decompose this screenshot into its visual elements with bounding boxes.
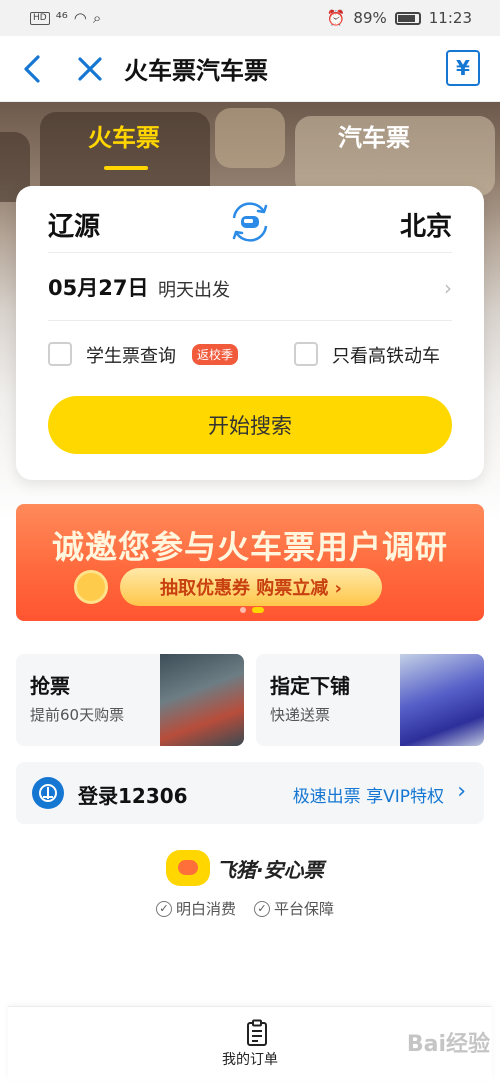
- tile-title: 抢票: [30, 674, 70, 698]
- guarantee-item: ✓ 平台保障: [254, 898, 334, 919]
- tile-subtitle: 快递送票: [270, 706, 331, 724]
- yuan-icon: ¥: [456, 56, 470, 80]
- vip-promo-text: 极速出票 享VIP特权: [292, 787, 444, 807]
- status-bar: HD ⁴⁶ ◠ ⌕ ⏰ 89% 11:23: [0, 0, 500, 36]
- close-button[interactable]: [66, 45, 114, 93]
- signal-icon: ⁴⁶: [55, 9, 68, 27]
- chevron-left-icon: [24, 54, 40, 83]
- carousel-dot-active[interactable]: [252, 607, 264, 613]
- page-title: 火车票汽车票: [124, 57, 268, 85]
- lower-berth-tile[interactable]: 指定下铺 快递送票: [256, 654, 484, 746]
- brand-name: 飞猪·安心票: [216, 857, 324, 882]
- swap-button[interactable]: [226, 198, 274, 246]
- login-label: 登录12306: [78, 784, 188, 808]
- chevron-right-icon[interactable]: ›: [444, 276, 452, 300]
- close-icon: [78, 56, 102, 81]
- battery-percent: 89%: [353, 9, 387, 27]
- carousel-dot[interactable]: [240, 607, 246, 613]
- back-button[interactable]: [8, 45, 56, 93]
- high-speed-only-label[interactable]: 只看高铁动车: [332, 342, 440, 368]
- departure-date-note: 明天出发: [158, 280, 230, 301]
- battery-icon: [394, 11, 421, 25]
- seat-image: [215, 108, 285, 168]
- watermark: Bai经验: [406, 1032, 490, 1057]
- coin-icon: [74, 570, 108, 604]
- from-city[interactable]: 辽源: [48, 206, 100, 243]
- railway-logo-icon: [32, 777, 64, 809]
- hd-indicator: HD: [30, 11, 50, 25]
- student-ticket-label[interactable]: 学生票查询: [86, 342, 176, 368]
- check-circle-icon: ✓: [254, 900, 271, 917]
- check-circle-icon: ✓: [156, 900, 172, 917]
- active-tab-indicator: [104, 166, 148, 170]
- clipboard-icon[interactable]: [245, 1019, 269, 1047]
- search-card: 辽源 北京 05月27日 明天出发 › 学生票查询 返校季 只看高铁动车 开始搜…: [16, 186, 484, 480]
- nav-bar: 火车票汽车票 ¥: [0, 36, 500, 102]
- login-12306-bar[interactable]: 登录12306 极速出票 享VIP特权 ›: [16, 762, 484, 824]
- guarantee-label: 平台保障: [274, 900, 335, 918]
- carousel-dots: [240, 607, 264, 613]
- student-ticket-checkbox[interactable]: [48, 342, 72, 366]
- search-icon: ⌕: [92, 9, 102, 27]
- high-speed-only-checkbox[interactable]: [294, 342, 318, 366]
- to-city[interactable]: 北京: [400, 206, 452, 243]
- search-button[interactable]: 开始搜索: [48, 396, 452, 454]
- departure-date[interactable]: 05月27日: [48, 272, 148, 302]
- status-left: HD ⁴⁶ ◠ ⌕: [30, 9, 101, 27]
- tab-bus[interactable]: 汽车票: [338, 118, 410, 153]
- guarantee-list: ✓ 明白消费 ✓ 平台保障: [156, 898, 334, 919]
- clock: 11:23: [428, 9, 472, 27]
- guarantee-label: 明白消费: [176, 900, 237, 918]
- fliggy-logo-icon: [166, 850, 210, 886]
- banner-cta[interactable]: 抽取优惠券 购票立减 ›: [120, 568, 382, 606]
- brand-block: 飞猪·安心票: [166, 850, 324, 886]
- tile-subtitle: 提前60天购票: [30, 706, 125, 724]
- travelers-image: [160, 654, 244, 746]
- tile-title: 指定下铺: [270, 674, 350, 698]
- tab-train[interactable]: 火车票: [88, 118, 160, 153]
- bill-button[interactable]: ¥: [446, 50, 480, 86]
- guarantee-item: ✓ 明白消费: [156, 898, 236, 919]
- divider: [48, 320, 452, 321]
- wifi-icon: ◠: [73, 9, 87, 27]
- railway-logo-glyph: [39, 784, 57, 802]
- alarm-icon: ⏰: [326, 9, 346, 27]
- swap-train-icon: [232, 202, 268, 242]
- chevron-right-icon: ›: [457, 779, 466, 804]
- status-right: ⏰ 89% 11:23: [327, 9, 472, 27]
- divider: [48, 252, 452, 253]
- survey-banner[interactable]: 诚邀您参与火车票用户调研 抽取优惠券 购票立减 ›: [16, 504, 484, 621]
- banner-title: 诚邀您参与火车票用户调研: [51, 528, 448, 566]
- grab-ticket-tile[interactable]: 抢票 提前60天购票: [16, 654, 244, 746]
- return-to-school-badge: 返校季: [192, 344, 239, 365]
- sleeper-berth-image: [400, 654, 484, 746]
